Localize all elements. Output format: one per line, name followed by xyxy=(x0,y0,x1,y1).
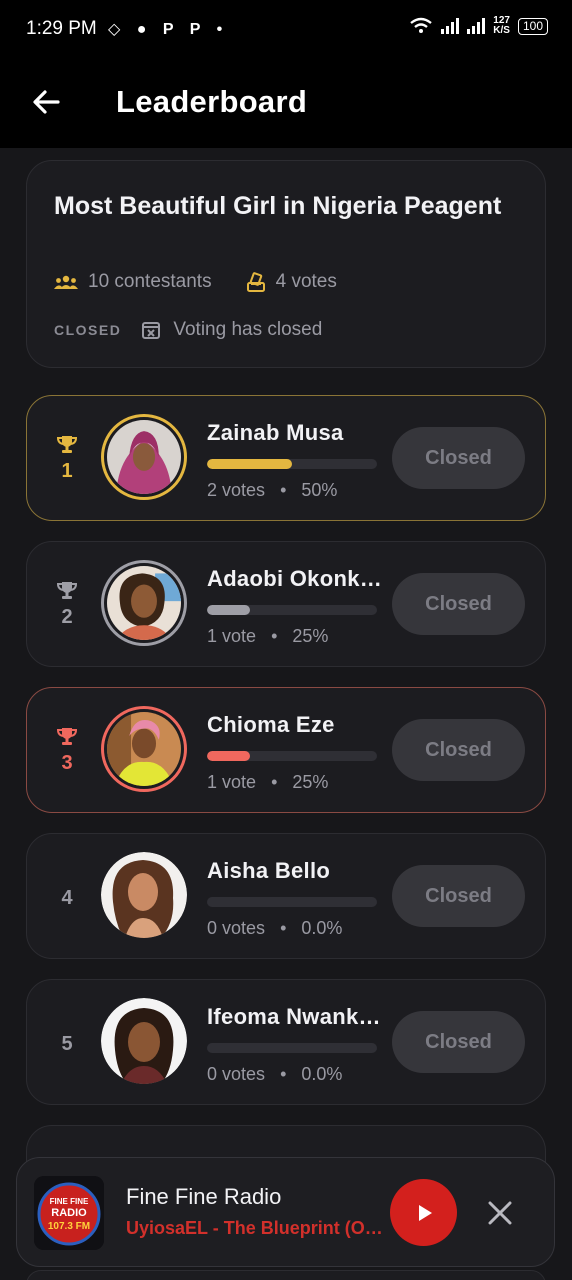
leaderboard-row-partial xyxy=(26,1270,546,1280)
contestant-name: Zainab Musa xyxy=(207,420,344,445)
vote-progress-bar xyxy=(207,751,377,761)
avatar-photo xyxy=(101,852,187,938)
leaderboard-row: 5 Ifeoma Nwankwo 0 votes • 0.0% Closed xyxy=(26,979,546,1105)
contest-meta: 10 contestants 4 votes xyxy=(54,271,337,293)
ballot-box-icon xyxy=(246,272,265,292)
leaderboard-row: 2 Adaobi Okonkwo 1 vote • 25% Closed xyxy=(26,541,546,667)
rank-number: 2 xyxy=(61,605,73,628)
avatar-photo xyxy=(101,998,187,1084)
contestant-name: Chioma Eze xyxy=(207,712,335,737)
vote-stats: 0 votes • 0.0% xyxy=(207,918,343,938)
leaderboard-row: 1 Zainab Musa 2 votes • 50% Closed xyxy=(26,395,546,521)
contestant-name: Adaobi Okonkwo xyxy=(207,566,383,591)
page-title: Leaderboard xyxy=(116,84,308,119)
signal-icon xyxy=(441,18,460,34)
avatar xyxy=(101,852,187,938)
vote-button[interactable]: Closed xyxy=(392,1011,525,1073)
contest-title: Most Beautiful Girl in Nigeria Peagent xyxy=(54,192,502,220)
svg-text:FINE FINE: FINE FINE xyxy=(50,1197,89,1206)
notification-icons: ◇ ● P P • xyxy=(108,19,228,39)
avatar-photo xyxy=(107,566,181,640)
contestant-name: Ifeoma Nwankwo xyxy=(207,1004,383,1029)
svg-text:RADIO: RADIO xyxy=(51,1207,87,1219)
player-title: Fine Fine Radio xyxy=(126,1184,282,1209)
contest-info-card: Most Beautiful Girl in Nigeria Peagent 1… xyxy=(26,160,546,368)
leaderboard-row: 3 Chioma Eze 1 vote • 25% Closed xyxy=(26,687,546,813)
avatar-photo xyxy=(107,712,181,786)
play-button[interactable] xyxy=(390,1179,457,1246)
play-icon xyxy=(418,1204,432,1221)
rank-indicator: 2 xyxy=(49,542,85,666)
chat-icon: ● xyxy=(136,21,153,38)
net-speed: 127 K/S xyxy=(493,15,510,36)
avatar xyxy=(101,414,187,500)
p-icon: P xyxy=(162,21,180,38)
vote-count: 4 votes xyxy=(275,271,337,292)
vote-button[interactable]: Closed xyxy=(392,719,525,781)
vote-progress-bar xyxy=(207,459,377,469)
avatar xyxy=(101,706,187,792)
vote-stats: 2 votes • 50% xyxy=(207,480,338,500)
status-right: 127 K/S 100 xyxy=(409,16,548,36)
rank-indicator: 5 xyxy=(49,980,85,1104)
rank-number: 1 xyxy=(61,459,73,482)
vote-progress-fill xyxy=(207,459,292,469)
rank-indicator: 3 xyxy=(49,688,85,812)
status-time: 1:29 PM xyxy=(26,18,97,39)
leaderboard-row: 4 Aisha Bello 0 votes • 0.0% Closed xyxy=(26,833,546,959)
avatar xyxy=(101,998,187,1084)
rank-number: 5 xyxy=(61,1032,73,1055)
vote-progress-bar xyxy=(207,605,377,615)
contestant-count: 10 contestants xyxy=(88,271,212,292)
vote-progress-bar xyxy=(207,1043,377,1053)
station-logo: FINE FINE RADIO 107.3 FM xyxy=(34,1176,104,1250)
vote-progress-fill xyxy=(207,751,250,761)
radio-logo-graphic: FINE FINE RADIO 107.3 FM xyxy=(34,1176,104,1250)
rank-indicator: 1 xyxy=(49,396,85,520)
battery-icon: 100 xyxy=(517,17,548,35)
vote-button[interactable]: Closed xyxy=(392,865,525,927)
trophy-icon xyxy=(56,727,78,745)
rank-indicator: 4 xyxy=(49,834,85,958)
trophy-icon xyxy=(56,581,78,599)
vote-button[interactable]: Closed xyxy=(392,427,525,489)
rank-number: 3 xyxy=(61,751,73,774)
avatar xyxy=(101,560,187,646)
vote-stats: 0 votes • 0.0% xyxy=(207,1064,343,1084)
vote-stats: 1 vote • 25% xyxy=(207,626,329,646)
calendar-closed-icon xyxy=(142,322,161,339)
rank-number: 4 xyxy=(61,886,73,909)
vote-stats: 1 vote • 25% xyxy=(207,772,329,792)
vote-button[interactable]: Closed xyxy=(392,573,525,635)
contest-status: CLOSED Voting has closed xyxy=(54,319,322,341)
p-icon: P xyxy=(189,21,207,38)
trophy-icon xyxy=(56,435,78,453)
player-track: UyiosaEL - The Blueprint (Official Audio… xyxy=(126,1218,386,1238)
game-controller-icon: ◇ xyxy=(108,21,127,38)
wifi-icon xyxy=(410,17,433,33)
status-text: Voting has closed xyxy=(173,319,323,340)
dot-icon: • xyxy=(216,21,229,38)
signal-icon xyxy=(467,18,486,34)
app-bar: Leaderboard xyxy=(0,58,572,148)
contestant-name: Aisha Bello xyxy=(207,858,331,883)
status-badge: CLOSED xyxy=(54,322,122,338)
back-arrow-icon[interactable] xyxy=(28,84,64,120)
people-icon xyxy=(54,275,78,289)
mini-player[interactable]: FINE FINE RADIO 107.3 FM Fine Fine Radio… xyxy=(16,1157,555,1267)
vote-progress-fill xyxy=(207,605,250,615)
svg-text:107.3 FM: 107.3 FM xyxy=(48,1221,90,1232)
status-bar: 1:29 PM ◇ ● P P • 127 K/S 100 xyxy=(0,0,572,58)
vote-progress-bar xyxy=(207,897,377,907)
avatar-photo xyxy=(107,420,181,494)
close-icon[interactable] xyxy=(483,1196,517,1230)
